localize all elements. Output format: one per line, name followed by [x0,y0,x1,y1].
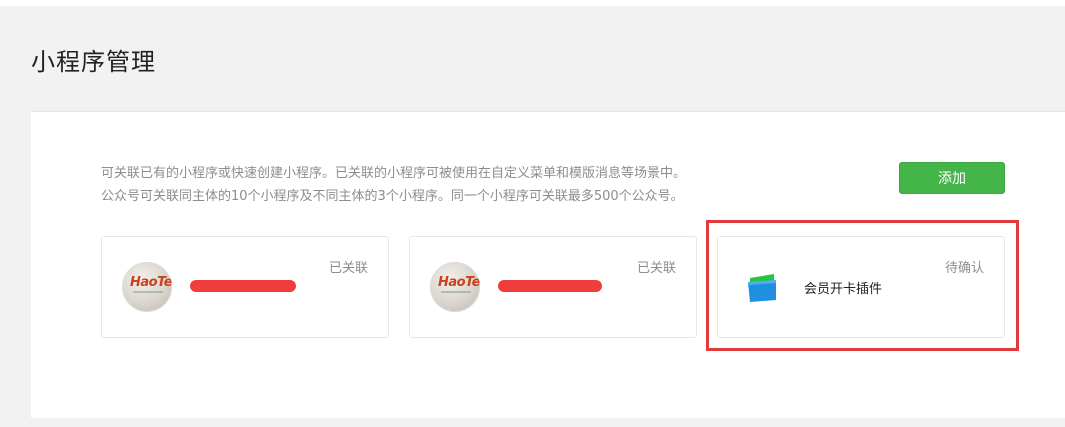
mini-program-card-1[interactable]: HaoTeam 已关联 [101,236,389,338]
card-status: 已关联 [328,261,368,276]
content-panel: 可关联已有的小程序或快速创建小程序。已关联的小程序可被使用在自定义菜单和模版消息… [31,111,1065,418]
description: 可关联已有的小程序或快速创建小程序。已关联的小程序可被使用在自定义菜单和模版消息… [101,162,821,208]
haoteam-logo-avatar: HaoTeam [430,262,480,312]
page-title: 小程序管理 [31,48,156,76]
mini-program-card-2[interactable]: HaoTeam 已关联 [409,236,697,338]
member-card-icon [748,274,776,302]
add-button[interactable]: 添加 [899,162,1005,194]
avatar-logo-underline [441,291,471,293]
redacted-name [190,280,296,292]
avatar-logo-text: HaoTeam [438,275,480,290]
card-status: 已关联 [636,261,676,276]
top-strip [0,0,1065,6]
avatar-logo-text: HaoTeam [130,275,172,290]
redacted-name [498,280,602,292]
description-line-1: 可关联已有的小程序或快速创建小程序。已关联的小程序可被使用在自定义菜单和模版消息… [101,166,687,181]
haoteam-logo-avatar: HaoTeam [122,262,172,312]
plugin-name: 会员开卡插件 [804,282,883,297]
description-line-2: 公众号可关联同主体的10个小程序及不同主体的3个小程序。同一个小程序可关联最多5… [101,189,684,204]
avatar-logo-underline [133,291,163,293]
plugin-card-member[interactable]: 会员开卡插件 待确认 [717,236,1005,338]
card-status: 待确认 [944,261,984,276]
